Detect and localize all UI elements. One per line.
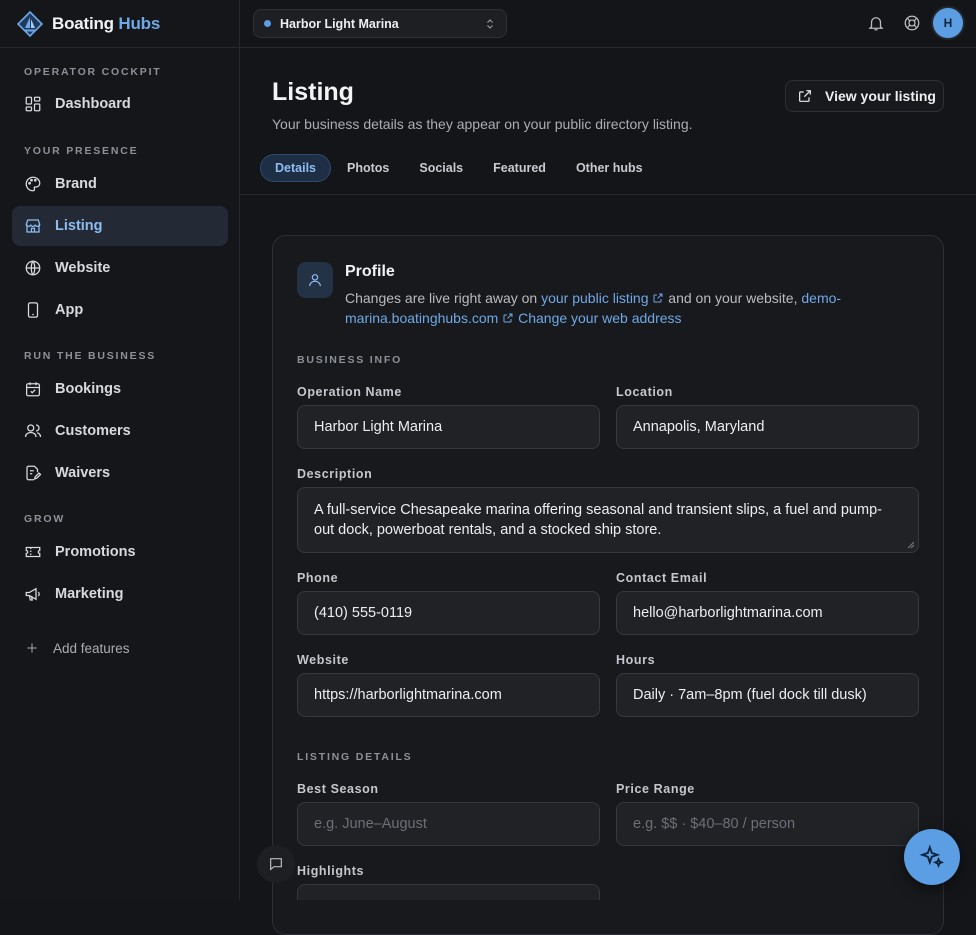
- external-link-icon: [799, 90, 811, 102]
- sidebar-item-marketing[interactable]: Marketing: [12, 574, 228, 614]
- group-listing-details: LISTING DETAILS: [297, 751, 413, 763]
- sidebar-item-label: Promotions: [55, 544, 136, 560]
- section-grow: GROW: [24, 513, 66, 525]
- description-text: A full-service Chesapeake marina offerin…: [314, 502, 882, 538]
- sidebar-item-promotions[interactable]: Promotions: [12, 532, 228, 572]
- sparkles-icon: [919, 844, 945, 869]
- sidebar-item-label: Listing: [55, 218, 103, 234]
- phone-icon: [27, 302, 39, 318]
- status-dot: [264, 20, 271, 27]
- resize-handle-icon[interactable]: [907, 541, 915, 549]
- sidebar-item-label: Website: [55, 260, 111, 276]
- avatar-initial: H: [943, 16, 953, 30]
- workspace-name: Harbor Light Marina: [280, 16, 399, 31]
- operation-name-field[interactable]: Harbor Light Marina: [297, 405, 600, 449]
- sidebar-item-dashboard[interactable]: Dashboard: [12, 84, 228, 124]
- sidebar-item-label: Bookings: [55, 381, 122, 397]
- sidebar-item-label: Waivers: [55, 465, 111, 481]
- description-textarea[interactable]: A full-service Chesapeake marina offerin…: [297, 487, 919, 553]
- website-field[interactable]: https://harborlightmarina.com: [297, 673, 600, 717]
- brand-name: Boating Hubs: [52, 14, 161, 33]
- sidebar-item-label: Customers: [55, 423, 131, 439]
- brand-logo[interactable]: Boating Hubs: [16, 9, 160, 39]
- sidebar-item-customers[interactable]: Customers: [12, 411, 228, 451]
- globe-icon: [25, 260, 41, 276]
- phone-label: Phone: [297, 571, 339, 585]
- tab-other-hubs[interactable]: Other hubs: [562, 154, 657, 182]
- ai-assistant-button[interactable]: [904, 829, 960, 885]
- section-operator-cockpit: OPERATOR COCKPIT: [24, 66, 162, 78]
- chat-icon: [270, 858, 282, 871]
- section-your-presence: YOUR PRESENCE: [24, 145, 139, 157]
- add-features-button[interactable]: Add features: [12, 628, 228, 668]
- highlights-field[interactable]: [297, 884, 600, 900]
- operation-name-label: Operation Name: [297, 385, 402, 399]
- contact-email-field[interactable]: hello@harborlightmarina.com: [616, 591, 919, 635]
- user-icon: [297, 262, 333, 298]
- sidebar-item-website[interactable]: Website: [12, 248, 228, 288]
- top-bar: Harbor Light Marina H: [240, 0, 976, 48]
- price-range-field[interactable]: e.g. $$ · $40–80 / person: [616, 802, 919, 846]
- tab-bar: Details Photos Socials Featured Other hu…: [260, 154, 657, 182]
- ticket-icon: [25, 546, 41, 558]
- avatar[interactable]: H: [931, 6, 965, 40]
- add-features-label: Add features: [53, 640, 130, 656]
- location-label: Location: [616, 385, 673, 399]
- workspace-switcher[interactable]: Harbor Light Marina: [253, 9, 507, 38]
- tab-details[interactable]: Details: [260, 154, 331, 182]
- hours-label: Hours: [616, 653, 656, 667]
- sidebar-item-bookings[interactable]: Bookings: [12, 369, 228, 409]
- sailboat-logo-icon: [16, 10, 44, 38]
- tab-photos[interactable]: Photos: [333, 154, 403, 182]
- public-listing-link[interactable]: your public listing: [541, 290, 648, 306]
- description-label: Description: [297, 467, 373, 481]
- page-title: Listing: [272, 78, 354, 106]
- sidebar-item-label: App: [55, 302, 84, 318]
- users-icon: [24, 424, 42, 438]
- view-listing-button[interactable]: View your listing: [785, 80, 944, 112]
- tab-featured[interactable]: Featured: [479, 154, 560, 182]
- hours-field[interactable]: Daily · 7am–8pm (fuel dock till dusk): [616, 673, 919, 717]
- sidebar-item-listing[interactable]: Listing: [12, 206, 228, 246]
- dashboard-icon: [25, 96, 41, 112]
- storefront-icon: [25, 219, 41, 233]
- tab-socials[interactable]: Socials: [405, 154, 477, 182]
- best-season-label: Best Season: [297, 782, 379, 796]
- profile-description: Changes are live right away on your publ…: [345, 290, 842, 326]
- group-business-info: BUSINESS INFO: [297, 354, 403, 366]
- location-field[interactable]: Annapolis, Maryland: [616, 405, 919, 449]
- price-range-label: Price Range: [616, 782, 695, 796]
- change-web-address-link[interactable]: Change your web address: [518, 310, 681, 326]
- external-link-icon: [503, 313, 513, 323]
- sidebar-item-label: Brand: [55, 176, 97, 192]
- website-label: Website: [297, 653, 349, 667]
- waiver-icon: [26, 465, 42, 481]
- plus-icon: [27, 643, 37, 653]
- best-season-field[interactable]: e.g. June–August: [297, 802, 600, 846]
- sidebar-item-brand[interactable]: Brand: [12, 164, 228, 204]
- sidebar-item-label: Dashboard: [55, 96, 131, 112]
- contact-email-label: Contact Email: [616, 571, 708, 585]
- palette-icon: [25, 176, 41, 192]
- section-run-the-business: RUN THE BUSINESS: [24, 350, 157, 362]
- highlights-label: Highlights: [297, 864, 365, 878]
- external-link-icon: [653, 293, 663, 303]
- sidebar-item-app[interactable]: App: [12, 290, 228, 330]
- chevron-up-down-icon: [487, 18, 493, 29]
- phone-field[interactable]: (410) 555-0119: [297, 591, 600, 635]
- sidebar-item-waivers[interactable]: Waivers: [12, 453, 228, 493]
- bell-icon[interactable]: [867, 14, 885, 32]
- feedback-button[interactable]: [257, 845, 295, 883]
- view-listing-label: View your listing: [825, 88, 936, 104]
- megaphone-icon: [25, 587, 40, 601]
- sidebar-item-label: Marketing: [55, 586, 124, 602]
- calendar-icon: [25, 382, 41, 397]
- sidebar: Boating Hubs OPERATOR COCKPIT Dashboard …: [0, 0, 240, 900]
- help-icon[interactable]: [903, 14, 921, 32]
- page-subtitle: Your business details as they appear on …: [272, 116, 693, 132]
- profile-title: Profile: [345, 263, 395, 280]
